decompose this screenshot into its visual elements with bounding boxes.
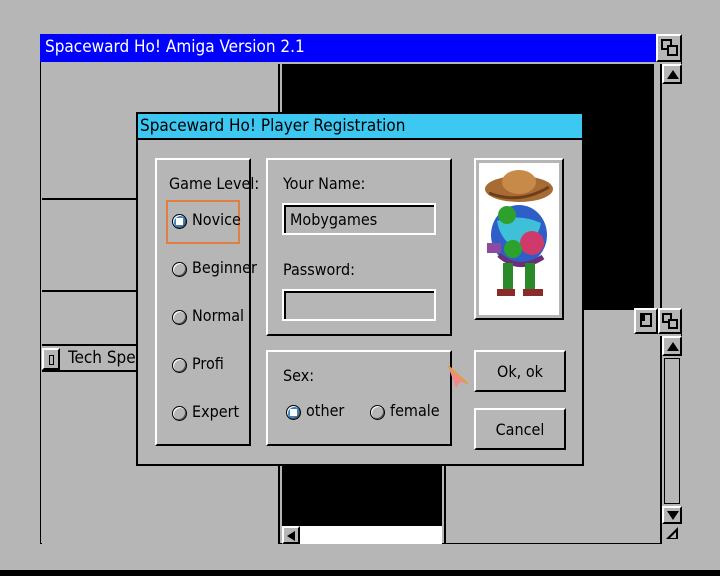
main-window-title-bar[interactable]: Spaceward Ho! Amiga Version 2.1: [40, 34, 656, 62]
level-option-novice[interactable]: Novice: [170, 208, 241, 236]
avatar-frame: [474, 158, 564, 320]
scroll-up-arrow-lower-icon[interactable]: [662, 336, 682, 356]
name-label: Your Name:: [283, 174, 366, 193]
resize-gadget-icon[interactable]: [662, 524, 682, 542]
password-field[interactable]: [282, 289, 436, 321]
level-expert-label: Expert: [192, 402, 240, 421]
close-gadget-icon[interactable]: [42, 348, 60, 370]
sex-female-label: female: [390, 401, 440, 420]
level-beginner-label: Beginner: [192, 258, 257, 277]
sex-option-other[interactable]: other: [284, 400, 354, 426]
level-beginner-radio[interactable]: [172, 262, 187, 277]
main-window-title: Spaceward Ho! Amiga Version 2.1: [45, 37, 305, 57]
scroll-up-arrow-icon[interactable]: [662, 64, 682, 84]
sex-group: [266, 350, 452, 446]
right-lower-scrollbar[interactable]: [660, 336, 682, 544]
game-level-label: Game Level:: [169, 174, 260, 193]
registration-dialog-title: Spaceward Ho! Player Registration: [140, 116, 406, 136]
level-novice-label: Novice: [192, 210, 241, 229]
level-profi-label: Profi: [192, 354, 224, 373]
level-expert-radio[interactable]: [172, 406, 187, 421]
ok-button[interactable]: Ok, ok: [474, 350, 566, 392]
password-label: Password:: [283, 260, 355, 279]
level-option-expert[interactable]: Expert: [170, 400, 240, 428]
name-field[interactable]: Mobygames: [282, 203, 436, 235]
mouse-pointer-icon: [446, 364, 472, 390]
zoom-gadget-icon[interactable]: [634, 308, 658, 334]
scrollbar-knob[interactable]: [664, 358, 680, 504]
ok-button-label: Ok, ok: [497, 361, 543, 381]
scroll-down-arrow-icon[interactable]: [662, 506, 682, 524]
level-option-beginner[interactable]: Beginner: [170, 256, 257, 284]
cancel-button-label: Cancel: [495, 419, 545, 439]
horizontal-scrollbar[interactable]: [282, 524, 442, 544]
sex-option-female[interactable]: female: [370, 400, 442, 426]
sex-other-radio[interactable]: [286, 405, 301, 420]
level-option-profi[interactable]: Profi: [170, 352, 240, 380]
scroll-left-arrow-icon[interactable]: [282, 526, 300, 544]
name-field-value: Mobygames: [290, 210, 378, 229]
sex-female-radio[interactable]: [370, 405, 385, 420]
bottom-map-viewport: [282, 466, 442, 524]
depth-gadget-icon[interactable]: [656, 34, 682, 62]
sex-other-label: other: [306, 401, 345, 420]
level-profi-radio[interactable]: [172, 358, 187, 373]
sex-label: Sex:: [283, 366, 315, 385]
level-normal-label: Normal: [192, 306, 245, 325]
player-avatar-icon: [479, 163, 559, 315]
cancel-button[interactable]: Cancel: [474, 408, 566, 450]
level-normal-radio[interactable]: [172, 310, 187, 325]
depth-gadget-lower-icon[interactable]: [658, 308, 682, 334]
level-option-normal[interactable]: Normal: [170, 304, 244, 332]
right-scrollbar-track[interactable]: [660, 64, 682, 308]
level-novice-radio[interactable]: [172, 214, 187, 229]
registration-dialog-title-bar[interactable]: Spaceward Ho! Player Registration: [136, 112, 584, 140]
